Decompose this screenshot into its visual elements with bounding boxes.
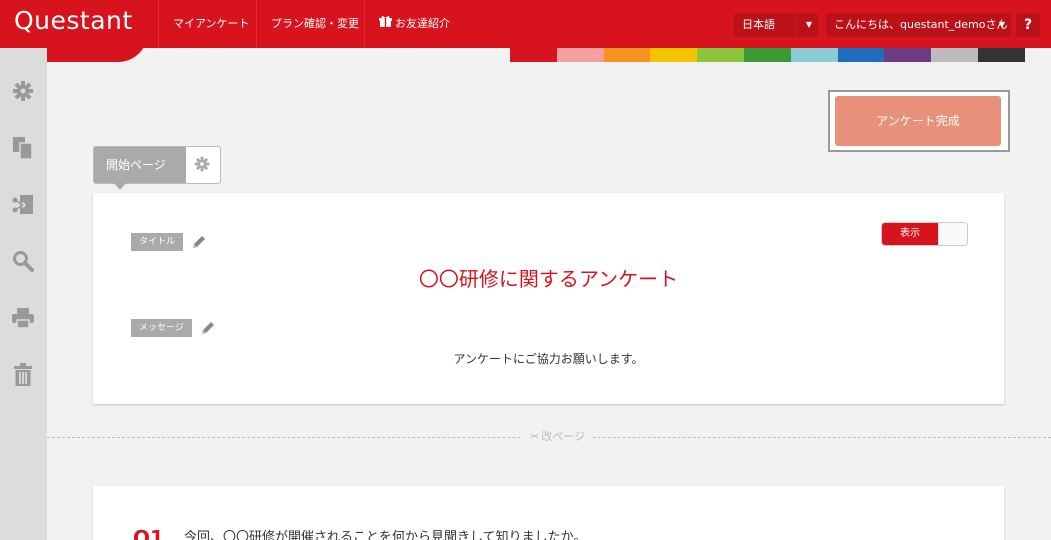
pencil-icon[interactable] — [191, 234, 207, 250]
gear-icon[interactable] — [194, 156, 212, 174]
page-break-label: 改ページ — [541, 430, 585, 443]
message-chip: メッセージ — [131, 319, 192, 337]
start-page-label: 開始ページ — [94, 147, 186, 183]
chevron-down-icon: ▼ — [998, 20, 1005, 29]
search-icon[interactable] — [10, 248, 36, 274]
color-swatch[interactable] — [837, 48, 885, 62]
toggle-label: 表示 — [882, 223, 938, 245]
color-swatch[interactable] — [510, 48, 557, 62]
start-page-tag: 開始ページ — [93, 146, 221, 190]
nav-plan[interactable]: プラン確認・変更 — [256, 0, 373, 48]
survey-title[interactable]: 〇〇研修に関するアンケート — [93, 263, 1004, 292]
share-icon[interactable] — [10, 192, 36, 218]
color-swatch[interactable] — [603, 48, 651, 62]
nav-my-surveys[interactable]: マイアンケート — [158, 0, 264, 48]
display-toggle[interactable]: 表示 — [881, 222, 968, 246]
tag-arrow — [114, 183, 126, 190]
survey-message[interactable]: アンケートにご協力お願いします。 — [93, 350, 1004, 367]
language-label: 日本語 — [742, 18, 775, 31]
help-button[interactable]: ? — [1016, 13, 1040, 37]
chevron-down-icon: ▼ — [805, 20, 812, 29]
color-swatch[interactable] — [884, 48, 932, 62]
start-page-card: タイトル 表示 〇〇研修に関するアンケート メッセージ アンケートにご協力お願い… — [93, 193, 1004, 404]
question-number: Q1 — [133, 526, 164, 540]
left-toolbar — [0, 48, 47, 540]
pencil-icon[interactable] — [200, 320, 216, 336]
color-swatch[interactable] — [931, 48, 978, 62]
user-greeting: こんにちは、questant_demoさん — [834, 18, 1008, 31]
divider — [795, 13, 796, 37]
copy-icon[interactable] — [10, 135, 36, 161]
gift-icon — [379, 1, 392, 49]
question-text[interactable]: 今回、〇〇研修が開催されることを何から見聞きして知りましたか。 — [184, 526, 586, 540]
color-swatch[interactable] — [697, 48, 744, 62]
nav-invite-friends[interactable]: お友達紹介 — [364, 0, 464, 48]
color-swatch[interactable] — [556, 48, 604, 62]
scissors-icon: ✂ — [530, 430, 540, 443]
gear-icon[interactable] — [10, 78, 36, 104]
page-break[interactable]: ✂ 改ページ — [522, 428, 593, 446]
trash-icon[interactable] — [10, 362, 36, 388]
color-swatch[interactable] — [743, 48, 791, 62]
toggle-knob — [938, 223, 967, 245]
user-menu[interactable]: こんにちは、questant_demoさん ▼ — [826, 13, 1011, 37]
complete-button-frame: アンケート完成 — [828, 90, 1010, 152]
complete-survey-button[interactable]: アンケート完成 — [835, 96, 1001, 146]
theme-color-strip[interactable] — [510, 48, 1025, 62]
question-card: Q1 今回、〇〇研修が開催されることを何から見聞きして知りましたか。 — [93, 486, 1004, 540]
color-swatch[interactable] — [650, 48, 698, 62]
color-swatch[interactable] — [790, 48, 838, 62]
title-chip: タイトル — [131, 233, 184, 251]
color-swatch[interactable] — [977, 48, 1025, 62]
language-select[interactable]: 日本語 ▼ — [734, 13, 818, 37]
nav-invite-label: お友達紹介 — [395, 17, 450, 30]
print-icon[interactable] — [10, 305, 36, 331]
logo[interactable]: Questant — [14, 6, 133, 35]
